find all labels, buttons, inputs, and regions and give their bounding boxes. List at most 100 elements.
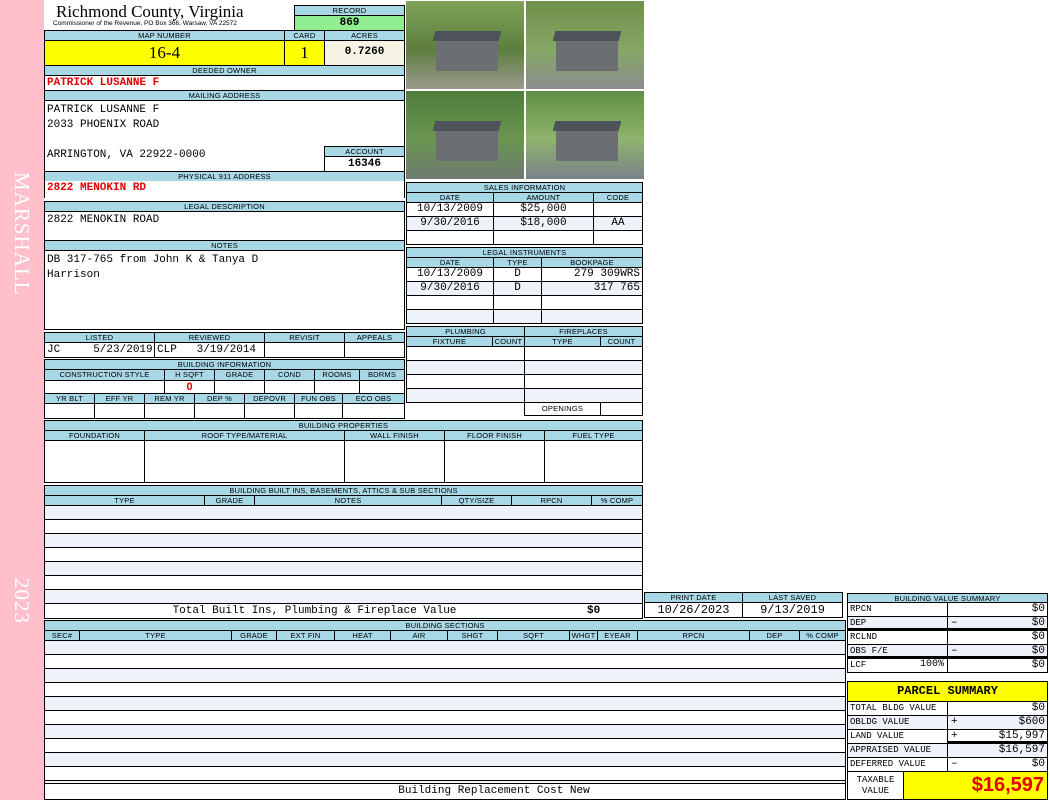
sales-cell: $25,000 [493, 202, 594, 217]
review-value: JC 5/23/2019 [44, 342, 155, 358]
built-ins-row [44, 547, 643, 562]
legal-instruments-cell: 10/13/2009 [406, 267, 494, 282]
value-summary-row-sign: – [951, 617, 958, 629]
card-number: 1 [284, 40, 325, 66]
parcel-summary-row-sign: + [951, 716, 958, 728]
taxable-value: $16,597 [903, 771, 1048, 800]
parcel-summary-row-sign [949, 744, 965, 757]
physical-address: 2822 MENOKIN RD [44, 181, 405, 198]
building-sections-row [44, 710, 846, 725]
building-info-value [214, 380, 265, 394]
parcel-summary-row-sign [949, 702, 965, 715]
legal-instruments-cell [406, 295, 494, 310]
plumbing-cell [406, 374, 525, 389]
building-info-value [264, 380, 315, 394]
building-sections-row [44, 654, 846, 669]
building-properties-cell [344, 440, 445, 483]
building-sections-row [44, 682, 846, 697]
building-info-cell [342, 403, 405, 419]
legal-instruments-cell: 9/30/2016 [406, 281, 494, 296]
building-properties-cell [444, 440, 545, 483]
county-title: Richmond County, Virginia [56, 2, 244, 21]
review-value [344, 342, 405, 358]
building-info-cell [94, 403, 145, 419]
building-info-value [314, 380, 360, 394]
openings-value [600, 402, 643, 416]
review-value: CLP 3/19/2014 [154, 342, 265, 358]
legal-instruments-cell [493, 295, 542, 310]
house-roof-icon [432, 121, 502, 131]
built-ins-row [44, 575, 643, 590]
sales-cell [593, 230, 643, 245]
value-summary-row-extra [900, 617, 946, 630]
legal-instruments-cell: D [493, 267, 542, 282]
property-record-card: Richmond County, Virginia Commissioner of… [0, 0, 1050, 800]
sales-cell [593, 202, 643, 217]
value-summary-row-sign: – [951, 645, 958, 657]
building-info-cell [294, 403, 343, 419]
legal-instruments-cell [406, 309, 494, 324]
house-roof-icon [552, 31, 622, 41]
parcel-summary-row-sign: + [951, 730, 958, 742]
plumbing-cell [406, 388, 525, 403]
review-value [264, 342, 345, 358]
parcel-summary-label: PARCEL SUMMARY [847, 681, 1048, 702]
house-icon [436, 41, 498, 71]
legal-instruments-cell: 279 309WRS [541, 267, 643, 282]
value-summary-row-extra: 100% [919, 659, 944, 670]
building-info-cell [44, 403, 95, 419]
building-sections-row [44, 668, 846, 683]
building-sections-row [44, 738, 846, 753]
replacement-cost-label: Building Replacement Cost New [44, 783, 846, 800]
value-summary-row-sign [949, 603, 965, 616]
sales-cell: AA [593, 216, 643, 231]
value-summary-row-extra [900, 645, 946, 658]
fireplaces-cell [524, 346, 643, 361]
parcel-summary-row-sign: – [951, 758, 958, 770]
legal-instruments-cell: D [493, 281, 542, 296]
parcel-summary-row-label: DEFERRED VALUE [847, 757, 948, 772]
building-info-cell [144, 403, 195, 419]
building-info-value: 0 [164, 380, 215, 394]
property-photo[interactable] [405, 90, 525, 180]
sales-cell [493, 230, 594, 245]
built-ins-row [44, 533, 643, 548]
building-properties-cell [44, 440, 145, 483]
sales-cell: $18,000 [493, 216, 594, 231]
building-sections-row [44, 724, 846, 739]
office-subtitle: Commissioner of the Revenue, PO Box 366,… [53, 20, 237, 27]
building-properties-cell [544, 440, 643, 483]
value-summary-row-extra [900, 631, 946, 644]
building-info-value [359, 380, 405, 394]
deeded-owner-name: PATRICK LUSANNE F [44, 75, 405, 91]
property-photo[interactable] [525, 0, 645, 90]
fireplaces-cell [524, 374, 643, 389]
last-saved: 9/13/2019 [742, 602, 843, 618]
house-icon [556, 131, 618, 161]
legal-instruments-cell [541, 309, 643, 324]
legal-description: 2822 MENOKIN ROAD [44, 211, 405, 241]
fireplaces-cell [524, 388, 643, 403]
taxable-value-label: TAXABLE VALUE [847, 771, 904, 800]
plumbing-cell [406, 346, 525, 361]
parcel-summary-row-label: TOTAL BLDG VALUE [847, 701, 948, 716]
house-icon [556, 41, 618, 71]
notes-line: DB 317-765 from John K & Tanya D [47, 254, 259, 266]
property-photo[interactable] [525, 90, 645, 180]
built-ins-row [44, 561, 643, 576]
print-date: 10/26/2023 [644, 602, 743, 618]
building-info-value [44, 380, 165, 394]
house-roof-icon [432, 31, 502, 41]
parcel-summary-row-label: LAND VALUE [847, 729, 948, 744]
building-info-cell [194, 403, 245, 419]
openings-label: OPENINGS [524, 402, 601, 416]
value-summary-row-sign [949, 659, 965, 672]
built-ins-row [44, 519, 643, 534]
fireplaces-cell [524, 360, 643, 375]
property-photo[interactable] [405, 0, 525, 90]
legal-instruments-cell [541, 295, 643, 310]
parcel-summary-row-label: OBLDG VALUE [847, 715, 948, 730]
parcel-summary-row-label: APPRAISED VALUE [847, 743, 948, 758]
sales-cell [406, 230, 494, 245]
house-icon [436, 131, 498, 161]
